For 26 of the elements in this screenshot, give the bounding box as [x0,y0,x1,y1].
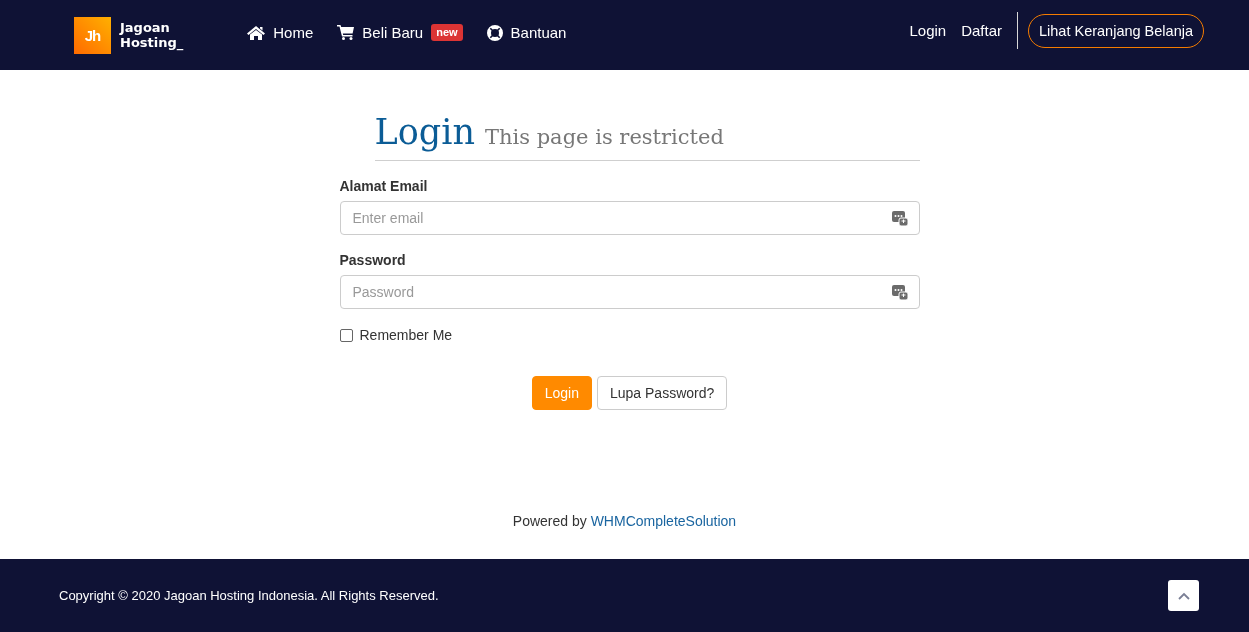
password-field[interactable]: Password [339,275,920,309]
page-title: Login [374,111,475,154]
chevron-up-icon [1177,591,1190,600]
page-subtitle: This page is restricted [484,125,724,149]
nav-link[interactable]: Bantuan [510,24,567,41]
back-to-top-button[interactable] [1168,580,1199,611]
nav-link[interactable]: Beli Baru [362,24,424,41]
powered-by-text: Powered by WHMCompleteSolution [512,513,737,529]
new-badge: new [431,24,463,41]
ellipsis-badge-icon[interactable] [891,284,908,300]
account-link[interactable]: Daftar [961,22,1002,39]
ellipsis-badge-icon[interactable] [891,210,908,226]
remember-checkbox[interactable] [339,328,353,342]
account-link[interactable]: Login [909,22,947,39]
field-label: Alamat Email [339,178,429,194]
remember-label[interactable]: Remember Me [359,327,453,343]
forgot-password-button[interactable]: Lupa Password? [597,376,728,410]
cart-icon [337,25,355,40]
nav-link[interactable]: Home [273,24,314,41]
lifebuoy-icon [486,24,503,41]
logo-text[interactable]: Jagoan Hosting_ [120,20,184,50]
whmcs-link[interactable]: WHMCompleteSolution [590,513,737,529]
email-field[interactable]: Enter email [339,201,920,235]
field-label: Password [339,252,407,268]
home-icon [247,25,266,40]
copyright-text: Copyright © 2020 Jagoan Hosting Indonesia. All Rights Reserved. [59,588,439,603]
